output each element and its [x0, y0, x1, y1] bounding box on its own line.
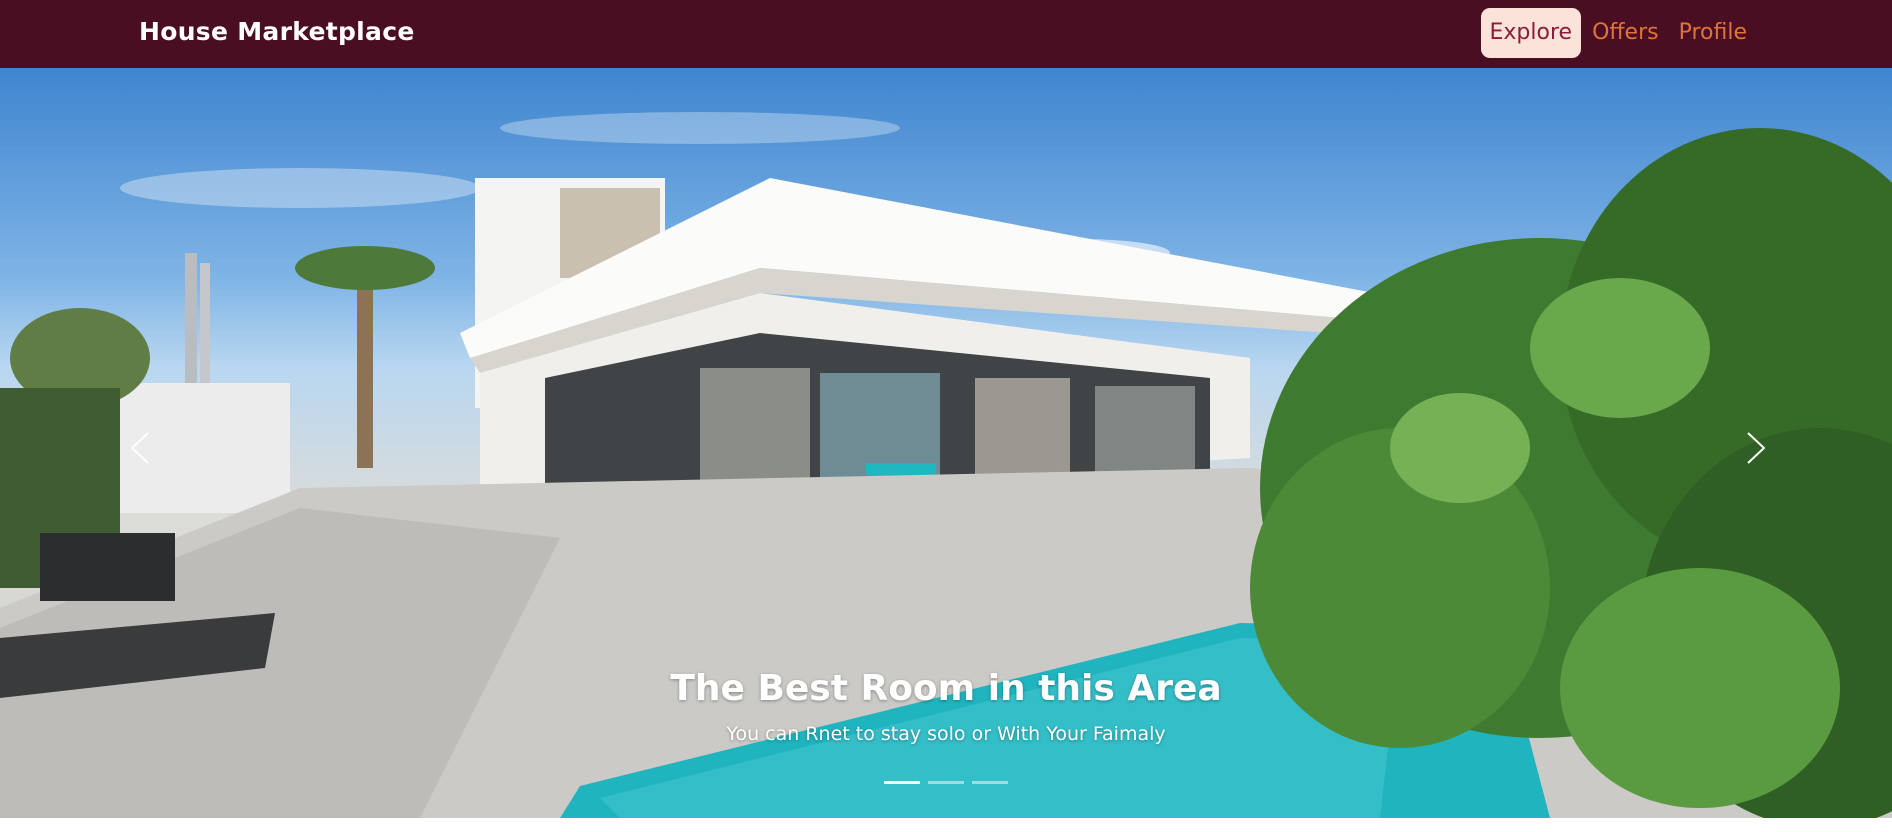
brand-logo-text[interactable]: House Marketplace — [139, 17, 415, 46]
top-navbar: House Marketplace Explore Offers Profile — [0, 0, 1892, 68]
slide-subtitle: You can Rnet to stay solo or With Your F… — [726, 723, 1166, 745]
chevron-left-icon — [130, 432, 149, 464]
carousel-prev-button[interactable] — [120, 418, 160, 478]
page-content-start — [0, 818, 1892, 832]
carousel-next-button[interactable] — [1736, 418, 1776, 478]
nav-link-explore[interactable]: Explore — [1480, 8, 1582, 58]
nav-links: Explore Offers Profile — [1480, 8, 1756, 58]
slide-title: The Best Room in this Area — [670, 668, 1222, 709]
carousel-indicator-2[interactable] — [928, 781, 964, 784]
carousel-indicator-1[interactable] — [884, 781, 920, 784]
carousel-indicators — [0, 781, 1892, 784]
hero-carousel: The Best Room in this Area You can Rnet … — [0, 68, 1892, 818]
nav-link-offers[interactable]: Offers — [1583, 8, 1668, 58]
chevron-right-icon — [1747, 432, 1766, 464]
carousel-indicator-3[interactable] — [972, 781, 1008, 784]
nav-link-profile[interactable]: Profile — [1670, 8, 1756, 58]
